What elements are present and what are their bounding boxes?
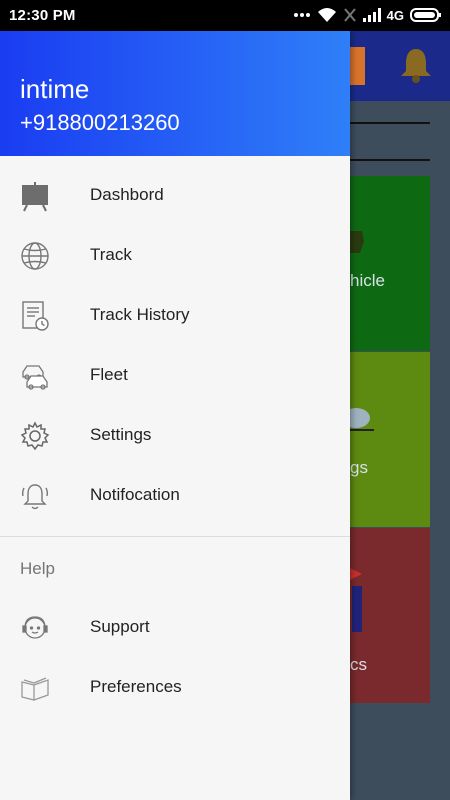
user-name: intime: [20, 74, 90, 104]
battery-icon: [410, 7, 442, 23]
vehicle-icon: [350, 231, 364, 253]
status-bar: 12:30 PM 4G: [0, 0, 450, 31]
navigation-drawer: intime +918800213260 Dashbord Track Trac…: [0, 31, 350, 800]
vehicle-tile[interactable]: hicle: [350, 176, 430, 351]
menu-item-label: Track History: [90, 305, 190, 324]
menu-item-label: Dashbord: [90, 185, 164, 204]
divider-line: [350, 159, 430, 161]
drawer-header: intime +918800213260: [0, 31, 350, 156]
report-icon: [350, 568, 362, 632]
settings-tile[interactable]: gs: [350, 352, 430, 527]
menu-divider: [0, 536, 350, 537]
menu-item-label: Settings: [90, 425, 152, 444]
menu-item-track[interactable]: Track: [0, 226, 350, 286]
menu-item-fleet[interactable]: Fleet: [0, 346, 350, 406]
bell-icon: [19, 480, 51, 512]
reports-tile[interactable]: cs: [350, 528, 430, 703]
menu-item-support[interactable]: Support: [0, 598, 350, 658]
menu-item-label: Support: [90, 617, 150, 636]
network-type: 4G: [386, 7, 404, 23]
notification-bell-icon[interactable]: [396, 45, 436, 85]
menu-item-label: Notifocation: [90, 485, 180, 504]
more-dots-icon: [293, 12, 311, 18]
status-time: 12:30 PM: [9, 7, 76, 24]
menu-item-settings[interactable]: Settings: [0, 406, 350, 466]
menu-item-notification[interactable]: Notifocation: [0, 466, 350, 526]
car-icon: [350, 408, 374, 431]
cars-icon: [19, 360, 51, 392]
tile-label: cs: [350, 655, 367, 674]
gear-icon: [19, 420, 51, 452]
no-signal-icon: [343, 7, 357, 23]
tile-label: hicle: [350, 271, 385, 290]
signal-icon: [362, 8, 381, 22]
divider-line: [350, 122, 430, 124]
menu-item-dashboard[interactable]: Dashbord: [0, 166, 350, 226]
support-agent-icon: [19, 612, 51, 644]
globe-icon: [19, 240, 51, 272]
menu-item-preferences[interactable]: Preferences: [0, 658, 350, 718]
dashboard-board-icon: [19, 180, 51, 212]
menu-item-label: Fleet: [90, 365, 128, 384]
tile-label: gs: [350, 458, 368, 477]
status-icons: 4G: [293, 5, 442, 25]
wifi-icon: [317, 7, 337, 23]
menu-item-label: Track: [90, 245, 132, 264]
user-phone: +918800213260: [20, 110, 180, 135]
menu-item-label: Preferences: [90, 677, 182, 696]
menu-item-track-history[interactable]: Track History: [0, 286, 350, 346]
help-section-title: Help: [20, 559, 55, 578]
document-clock-icon: [19, 300, 51, 332]
book-icon: [19, 672, 51, 704]
